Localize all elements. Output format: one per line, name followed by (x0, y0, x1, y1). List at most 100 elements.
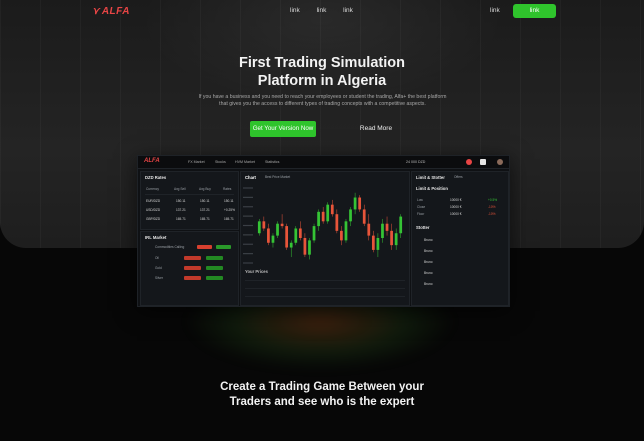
dash-nav-stocks[interactable]: Stocks (215, 160, 226, 164)
candle-body (303, 238, 307, 255)
candle-body (390, 230, 393, 246)
rates-header-sell: Avg Sell (174, 187, 186, 191)
rates-cell: 137.21 (200, 208, 210, 212)
brand-logo[interactable]: ⋎ ALFA (92, 6, 130, 17)
notification-icon[interactable] (466, 159, 472, 165)
candle-body (280, 223, 284, 227)
candle-body (294, 228, 298, 243)
candle-body (381, 223, 384, 238)
candle-body (326, 204, 330, 222)
section-heading: Create a Trading Game Between your Trade… (220, 381, 424, 408)
nav-right-link[interactable]: link (490, 7, 500, 14)
rates-cell: 165.71 (200, 217, 210, 221)
rates-title: DZD Rates (145, 175, 167, 180)
stotter-row: Bruno (424, 282, 433, 286)
market-panel: IRL Market Commodities Calling Oil Gold … (140, 231, 239, 306)
limit-value: 10000 € (450, 198, 462, 202)
market-title: IRL Market (145, 235, 167, 240)
candle-body (394, 233, 398, 246)
candle-body (257, 221, 261, 234)
market-row-buy[interactable] (206, 266, 223, 270)
top-navbar: ⋎ ALFA link link link link link (0, 0, 644, 22)
candle-body (267, 228, 270, 243)
market-row-sell[interactable] (184, 266, 201, 270)
limit-section-title: Limit & Position (416, 186, 448, 191)
y-axis-tick (243, 187, 253, 189)
candle-body (298, 228, 302, 238)
dash-nav-hvm[interactable]: HVM Market (235, 160, 255, 164)
market-row-buy[interactable] (206, 256, 223, 260)
stotter-row: Bruno (424, 271, 433, 275)
y-axis-tick (243, 234, 253, 236)
candle-body (340, 230, 343, 241)
market-sell-button[interactable] (197, 245, 212, 249)
market-row-name: Oil (155, 256, 159, 260)
y-axis-tick (243, 262, 253, 264)
y-axis-tick (243, 253, 253, 255)
rates-cell: 165.71 (224, 217, 234, 221)
chart-panel: Chart Best Price Market Your Prices (240, 171, 410, 306)
y-axis-tick (243, 215, 253, 217)
rates-header-rates: Rates (223, 187, 232, 191)
get-version-button[interactable]: Get Your Version Now (250, 121, 316, 137)
candle-body (271, 235, 275, 243)
limit-change: -10% (488, 212, 496, 216)
limit-label: Close (417, 205, 426, 209)
y-axis-tick (243, 243, 253, 245)
rates-header-buy: Avg Buy (199, 187, 211, 191)
dash-nav-statistics[interactable]: Statistics (265, 160, 279, 164)
read-more-button[interactable]: Read More (350, 121, 402, 137)
rates-cell: +0.25% (224, 208, 235, 212)
limit-panel: Limit & Stotter Offers Limit & Position … (411, 171, 509, 306)
logo-mark-icon: ⋎ (92, 6, 100, 17)
market-row-buy[interactable] (206, 276, 223, 280)
candlestick-chart (243, 187, 403, 264)
market-subtitle: Commodities Calling (155, 245, 185, 249)
nav-link-2[interactable]: link (317, 7, 327, 14)
chart-tab[interactable]: Chart (245, 175, 256, 180)
chat-icon[interactable] (480, 159, 486, 165)
candle-body (308, 240, 311, 255)
user-avatar[interactable] (497, 159, 503, 165)
limit-tab[interactable]: Limit & Stotter (416, 175, 445, 180)
prices-row (245, 296, 405, 297)
candle-body (289, 242, 293, 248)
dashboard-topbar: ALFA FX Market Stocks HVM Market Statist… (138, 156, 509, 169)
rates-cell: 150.11 (176, 199, 186, 203)
limit-change: +0.5% (488, 198, 498, 202)
candle-body (353, 197, 357, 210)
limit-label: Low (417, 198, 423, 202)
dashboard-logo: ALFA (144, 158, 160, 164)
rates-panel: DZD Rates Currency Avg Sell Avg Buy Rate… (140, 171, 239, 230)
market-row-name: Gold (155, 266, 162, 270)
nav-link-1[interactable]: link (290, 7, 300, 14)
candle-body (344, 221, 348, 241)
candle-body (321, 211, 325, 222)
candle-body (330, 204, 334, 215)
nav-cta-button[interactable]: link (513, 4, 556, 18)
hero-headline: First Trading Simulation Platform in Alg… (239, 55, 405, 89)
hero-subtext: If you have a business and you need to r… (198, 94, 447, 107)
offers-tab[interactable]: Offers (454, 175, 463, 179)
limit-change: -10% (488, 205, 496, 209)
candle-body (276, 223, 279, 236)
rates-cell: 137.21 (176, 208, 186, 212)
y-axis-tick (243, 224, 253, 227)
stotter-title: Stotter (416, 225, 430, 230)
rates-divider (145, 194, 234, 195)
candle-body (349, 209, 352, 222)
candle-body (385, 223, 389, 231)
nav-link-3[interactable]: link (343, 7, 353, 14)
candle-body (371, 235, 375, 250)
rates-cell: 165.71 (176, 217, 186, 221)
candle-body (335, 214, 339, 231)
stotter-row: Bruno (424, 260, 433, 264)
market-buy-button[interactable] (216, 245, 231, 249)
market-row-sell[interactable] (184, 256, 201, 260)
prices-row (245, 280, 405, 281)
market-row-sell[interactable] (184, 276, 201, 280)
rates-cell: 150.11 (200, 199, 210, 203)
best-price-tab[interactable]: Best Price Market (265, 175, 290, 179)
rates-cell: 150.11 (224, 199, 234, 203)
dash-nav-fx[interactable]: FX Market (188, 160, 205, 164)
